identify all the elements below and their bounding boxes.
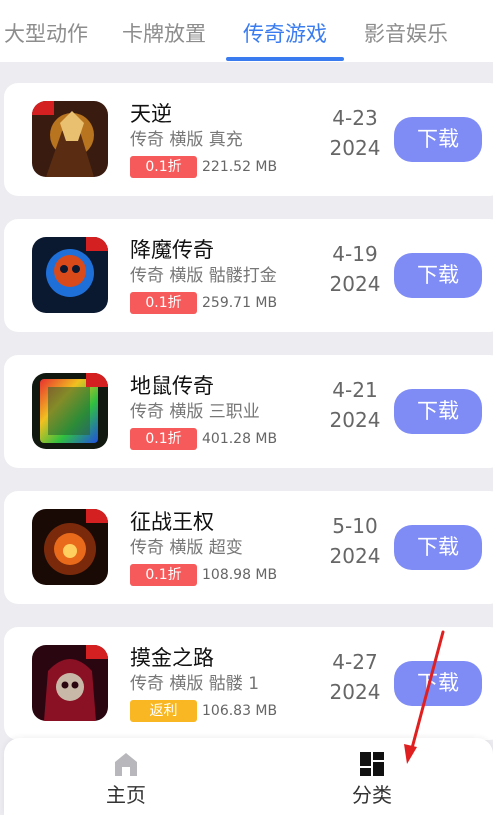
release-date-month-day: 4-19 bbox=[332, 242, 378, 266]
app-size: 221.52 MB bbox=[202, 159, 278, 175]
app-card[interactable]: 征战王权 传奇 横版 超变 0.1折 108.98 MB 5-10 2024 下… bbox=[4, 491, 493, 604]
release-date-year: 2024 bbox=[329, 272, 381, 296]
app-name: 降魔传奇 bbox=[130, 238, 214, 262]
category-tab-bar: 大型动作 卡牌放置 传奇游戏 影音娱乐 bbox=[0, 0, 493, 62]
release-date-month-day: 5-10 bbox=[332, 514, 378, 538]
app-name: 摸金之路 bbox=[130, 646, 214, 670]
release-date-year: 2024 bbox=[329, 408, 381, 432]
release-date-year: 2024 bbox=[329, 544, 381, 568]
discount-badge: 0.1折 bbox=[130, 428, 197, 450]
app-icon-hooded-skull bbox=[32, 645, 108, 721]
release-date-month-day: 4-23 bbox=[332, 106, 378, 130]
app-icon-book bbox=[32, 373, 108, 449]
app-name: 征战王权 bbox=[130, 510, 214, 534]
app-size: 401.28 MB bbox=[202, 431, 278, 447]
discount-badge: 0.1折 bbox=[130, 564, 197, 586]
app-name: 天逆 bbox=[130, 102, 172, 126]
release-date-year: 2024 bbox=[329, 680, 381, 704]
app-icon-warrior bbox=[32, 101, 108, 177]
category-icon bbox=[360, 752, 384, 776]
tab-legend-games[interactable]: 传奇游戏 bbox=[243, 20, 327, 48]
download-button[interactable]: 下载 bbox=[394, 661, 482, 706]
app-tags: 传奇 横版 骷髅 1 bbox=[130, 674, 260, 694]
release-date: 4-27 2024 bbox=[320, 647, 390, 707]
release-date: 4-19 2024 bbox=[320, 239, 390, 299]
app-size: 108.98 MB bbox=[202, 567, 278, 583]
app-card[interactable]: 降魔传奇 传奇 横版 骷髅打金 0.1折 259.71 MB 4-19 2024… bbox=[4, 219, 493, 332]
app-card[interactable]: 天逆 传奇 横版 真充 0.1折 221.52 MB 4-23 2024 下载 bbox=[4, 83, 493, 196]
app-tags: 传奇 横版 三职业 bbox=[130, 402, 260, 422]
nav-category-label: 分类 bbox=[352, 783, 392, 807]
home-icon bbox=[115, 753, 137, 776]
app-size: 259.71 MB bbox=[202, 295, 278, 311]
download-button[interactable]: 下载 bbox=[394, 253, 482, 298]
release-date-month-day: 4-21 bbox=[332, 378, 378, 402]
download-button[interactable]: 下载 bbox=[394, 389, 482, 434]
nav-home-label: 主页 bbox=[106, 783, 146, 807]
app-card[interactable]: 摸金之路 传奇 横版 骷髅 1 返利 106.83 MB 4-27 2024 下… bbox=[4, 627, 493, 740]
bottom-navigation-bar: 主页 分类 bbox=[4, 738, 493, 815]
download-button[interactable]: 下载 bbox=[394, 525, 482, 570]
app-icon-fire bbox=[32, 509, 108, 585]
app-tags: 传奇 横版 骷髅打金 bbox=[130, 266, 277, 286]
app-tags: 传奇 横版 真充 bbox=[130, 130, 243, 150]
tab-media-entertainment[interactable]: 影音娱乐 bbox=[364, 20, 448, 48]
download-button[interactable]: 下载 bbox=[394, 117, 482, 162]
release-date-year: 2024 bbox=[329, 136, 381, 160]
nav-category[interactable]: 分类 bbox=[322, 748, 422, 812]
app-size: 106.83 MB bbox=[202, 703, 278, 719]
rebate-badge: 返利 bbox=[130, 700, 197, 722]
discount-badge: 0.1折 bbox=[130, 156, 197, 178]
release-date: 4-23 2024 bbox=[320, 103, 390, 163]
active-tab-indicator bbox=[226, 57, 344, 61]
tab-card-idle-games[interactable]: 卡牌放置 bbox=[122, 20, 206, 48]
release-date: 5-10 2024 bbox=[320, 511, 390, 571]
app-name: 地鼠传奇 bbox=[130, 374, 214, 398]
app-card[interactable]: 地鼠传奇 传奇 横版 三职业 0.1折 401.28 MB 4-21 2024 … bbox=[4, 355, 493, 468]
release-date-month-day: 4-27 bbox=[332, 650, 378, 674]
release-date: 4-21 2024 bbox=[320, 375, 390, 435]
discount-badge: 0.1折 bbox=[130, 292, 197, 314]
nav-home[interactable]: 主页 bbox=[76, 748, 176, 812]
app-icon-skull bbox=[32, 237, 108, 313]
app-tags: 传奇 横版 超变 bbox=[130, 538, 243, 558]
tab-action-games[interactable]: 大型动作 bbox=[4, 20, 88, 48]
